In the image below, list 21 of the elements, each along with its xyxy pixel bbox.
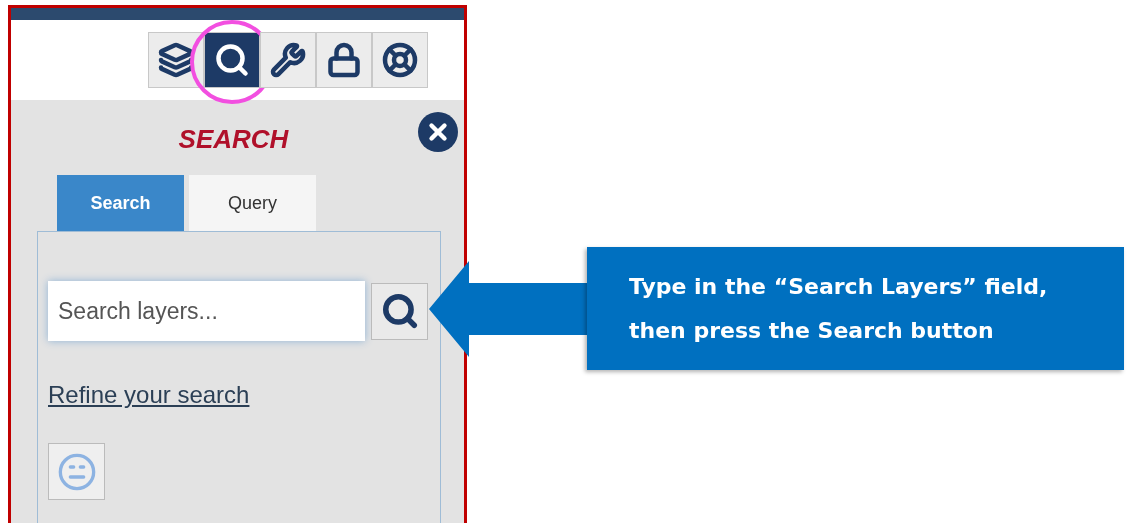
close-button[interactable] bbox=[418, 112, 458, 152]
callout-text: Type in the “Search Layers” field, bbox=[629, 272, 1049, 301]
toolbar-button[interactable] bbox=[204, 32, 260, 88]
tab[interactable]: Search bbox=[57, 175, 184, 231]
tab[interactable]: Query bbox=[189, 175, 316, 231]
search-field[interactable]: Search layers... bbox=[48, 281, 365, 341]
layers-icon bbox=[158, 42, 194, 78]
refine-search-link[interactable]: Refine your search bbox=[48, 377, 250, 413]
lock-icon bbox=[326, 42, 362, 78]
wrench-icon bbox=[270, 42, 306, 78]
toolbar-button[interactable] bbox=[372, 32, 428, 88]
search-button[interactable] bbox=[371, 282, 428, 340]
toolbar-button[interactable] bbox=[316, 32, 372, 88]
search-icon bbox=[214, 42, 250, 78]
callout-text: then press the Search button bbox=[629, 316, 995, 345]
panel-title: SEARCH bbox=[178, 123, 289, 156]
face-icon bbox=[56, 451, 97, 492]
toolbar-button[interactable] bbox=[260, 32, 316, 88]
search-icon bbox=[380, 292, 419, 330]
toolbar-button[interactable] bbox=[148, 32, 204, 88]
lifebuoy-icon bbox=[382, 42, 418, 78]
